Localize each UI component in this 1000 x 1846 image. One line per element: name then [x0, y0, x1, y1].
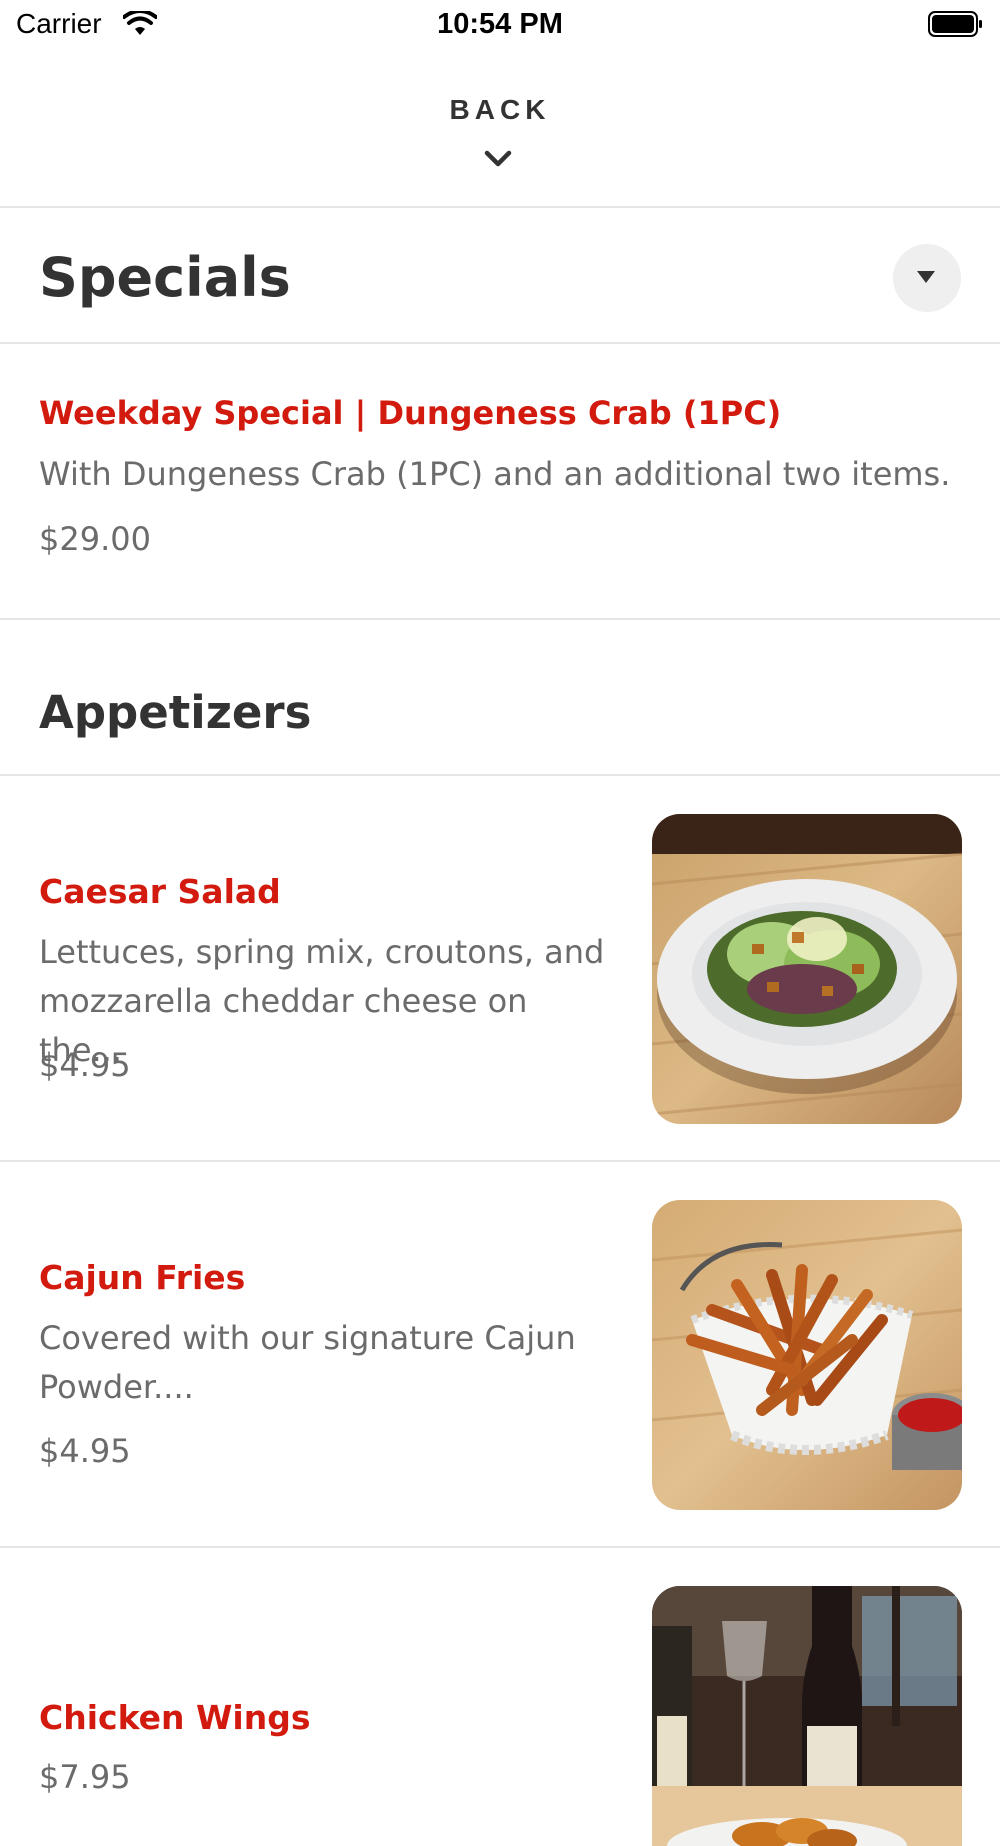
menu-item[interactable]: Caesar Salad Lettuces, spring mix, crout… [0, 776, 1000, 1162]
item-description: With Dungeness Crab (1PC) and an additio… [39, 455, 951, 493]
battery-icon [928, 11, 982, 37]
item-price: $29.00 [39, 520, 151, 558]
section-title: Appetizers [39, 686, 312, 739]
item-name: Chicken Wings [39, 1698, 311, 1737]
menu-item[interactable]: Weekday Special | Dungeness Crab (1PC) W… [0, 344, 1000, 620]
item-price: $4.95 [39, 1046, 131, 1084]
appetizers-section-header: Appetizers [0, 620, 1000, 776]
back-button[interactable]: BACK [0, 60, 1000, 208]
item-name: Caesar Salad [39, 872, 281, 911]
item-price: $7.95 [39, 1758, 131, 1796]
chicken-wings-photo [652, 1586, 962, 1846]
status-time: 10:54 PM [437, 8, 563, 40]
chevron-down-icon [484, 150, 512, 167]
section-title: Specials [39, 246, 291, 309]
menu-item[interactable]: Chicken Wings $7.95 [0, 1548, 1000, 1846]
cajun-fries-photo [652, 1200, 962, 1510]
caesar-salad-photo [652, 814, 962, 1124]
caret-down-icon [917, 271, 935, 283]
item-description: Covered with our signature Cajun Powder.… [39, 1319, 576, 1406]
item-name: Cajun Fries [39, 1258, 246, 1297]
item-name: Weekday Special | Dungeness Crab (1PC) [39, 394, 782, 432]
specials-section-header: Specials [0, 208, 1000, 344]
menu-item[interactable]: Cajun Fries Covered with our signature C… [0, 1162, 1000, 1548]
back-label: BACK [449, 94, 551, 125]
category-dropdown-button[interactable] [893, 244, 961, 312]
status-bar: Carrier 10:54 PM [0, 0, 1000, 50]
item-price: $4.95 [39, 1432, 131, 1470]
